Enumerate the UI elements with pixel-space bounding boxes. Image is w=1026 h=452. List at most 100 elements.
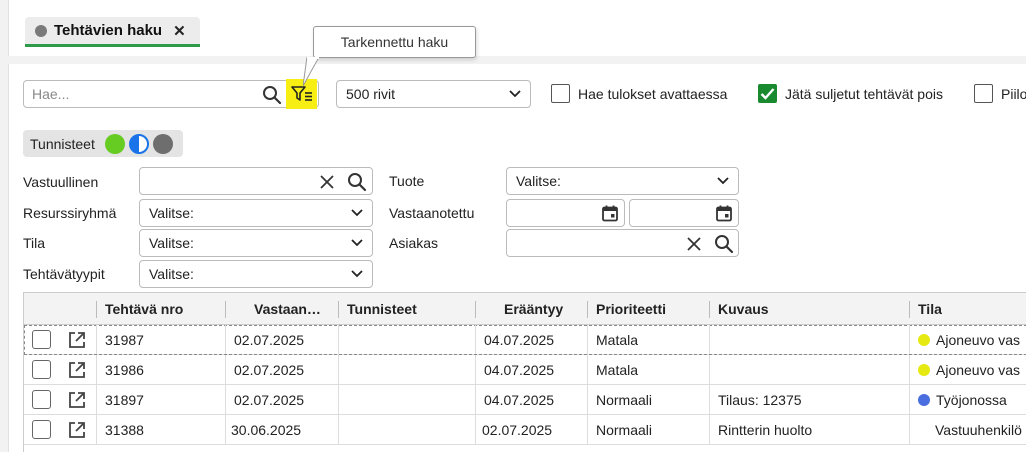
asiakas-field[interactable] — [506, 229, 739, 257]
search-input[interactable] — [32, 86, 252, 102]
cell-nro: 31897 — [105, 391, 144, 408]
column-separator — [709, 301, 710, 318]
row-checkbox[interactable] — [32, 330, 51, 349]
cell-nro: 31987 — [105, 331, 144, 348]
search-icon[interactable] — [347, 172, 367, 192]
cell-prioriteetti: Normaali — [596, 421, 653, 438]
search-icon[interactable] — [262, 85, 282, 105]
tuote-label: Tuote — [389, 173, 425, 189]
header-kuvaus[interactable]: Kuvaus — [718, 293, 769, 325]
check-exclude-closed[interactable]: Jätä suljetut tehtävät pois — [758, 84, 943, 103]
vastuullinen-field[interactable] — [139, 167, 373, 195]
calendar-icon[interactable] — [601, 204, 619, 222]
tila-value: Valitse: — [149, 235, 194, 251]
resurssiryhma-label: Resurssiryhmä — [23, 205, 117, 221]
cell-vastaanotettu: 02.07.2025 — [234, 391, 305, 408]
checkmark-icon — [760, 88, 775, 100]
open-external-icon[interactable] — [67, 360, 87, 380]
cell-tila: Työjonossa — [918, 385, 1007, 414]
cell-tila: Ajoneuvo vas — [918, 325, 1020, 354]
open-external-icon[interactable] — [67, 420, 87, 440]
tooltip-tail — [303, 57, 319, 87]
tooltip-advanced-search: Tarkennettu haku — [313, 26, 476, 58]
close-icon[interactable]: ✕ — [173, 22, 186, 40]
header-tila[interactable]: Tila — [918, 293, 942, 325]
cell-tila: Ajoneuvo vas — [918, 355, 1020, 384]
cell-tila-text: Vastuuhenkilö — [935, 421, 1022, 438]
tehtavatyypit-select[interactable]: Valitse: — [139, 260, 373, 288]
cell-kuvaus: Rintterin huolto — [718, 421, 813, 438]
search-icon[interactable] — [714, 234, 734, 254]
check-load-on-open[interactable]: Hae tulokset avattaessa — [551, 84, 727, 103]
clear-icon[interactable] — [318, 173, 336, 191]
tag-gray-icon[interactable] — [152, 133, 173, 154]
asiakas-label: Asiakas — [389, 235, 439, 251]
resurssiryhma-select[interactable]: Valitse: — [139, 199, 373, 227]
checkbox-load-on-open[interactable] — [551, 84, 570, 103]
tags-filter[interactable]: Tunnisteet — [23, 130, 183, 157]
tila-label: Tila — [23, 235, 46, 251]
chevron-down-icon — [509, 90, 521, 98]
header-prioriteetti[interactable]: Prioriteetti — [596, 293, 666, 325]
row-checkbox[interactable] — [32, 390, 51, 409]
header-tehtava-nro[interactable]: Tehtävä nro — [105, 293, 183, 325]
tila-select[interactable]: Valitse: — [139, 229, 373, 257]
table-row[interactable]: 31388 30.06.2025 02.07.2025 Normaali Rin… — [24, 415, 1026, 445]
rows-select-value: 500 rivit — [346, 86, 396, 102]
resurssiryhma-value: Valitse: — [149, 205, 194, 221]
clear-icon[interactable] — [685, 235, 703, 253]
tag-green-icon[interactable] — [104, 133, 125, 154]
header-vastaanotettu[interactable]: Vastaan… — [254, 293, 321, 325]
vastaanotettu-from-field[interactable] — [506, 199, 625, 227]
cell-vastaanotettu: 02.07.2025 — [234, 331, 305, 348]
cell-tila-text: Ajoneuvo vas — [936, 361, 1021, 378]
cell-prioriteetti: Matala — [596, 361, 639, 378]
check-exclude-closed-label: Jätä suljetut tehtävät pois — [785, 85, 943, 102]
table-header: Tehtävä nro Vastaan… Tunnisteet Erääntyy… — [24, 292, 1026, 325]
search-box — [23, 80, 319, 108]
cell-eraantyy: 02.07.2025 — [482, 421, 553, 438]
cell-prioriteetti: Normaali — [596, 391, 653, 408]
cell-eraantyy: 04.07.2025 — [484, 361, 555, 378]
chevron-down-icon — [351, 239, 363, 247]
open-external-icon[interactable] — [67, 390, 87, 410]
tag-half-blue-icon[interactable] — [128, 133, 149, 154]
tab-label: Tehtävien haku — [54, 22, 163, 39]
tags-label: Tunnisteet — [30, 135, 95, 152]
cell-vastaanotettu: 02.07.2025 — [234, 361, 305, 378]
header-tunnisteet[interactable]: Tunnisteet — [347, 293, 417, 325]
table-row[interactable]: 31897 02.07.2025 04.07.2025 Normaali Til… — [24, 385, 1026, 415]
cell-eraantyy: 04.07.2025 — [484, 331, 555, 348]
column-separator — [338, 301, 339, 318]
cell-tila-text: Työjonossa — [936, 391, 1007, 408]
status-dot — [918, 393, 930, 406]
cell-tila: Vastuuhenkilö — [935, 415, 1022, 444]
checkbox-exclude-closed[interactable] — [758, 84, 777, 103]
tab-status-dot — [35, 24, 47, 37]
tasks-table: Tehtävä nro Vastaan… Tunnisteet Erääntyy… — [23, 292, 1026, 452]
header-eraantyy[interactable]: Erääntyy — [504, 293, 563, 325]
chevron-down-icon — [351, 270, 363, 278]
open-external-icon[interactable] — [67, 330, 87, 350]
check-hide[interactable]: Piilot — [974, 84, 1026, 103]
tab-bar: Tehtävien haku ✕ — [8, 0, 1026, 56]
table-row[interactable]: 31986 02.07.2025 04.07.2025 Matala Ajone… — [24, 355, 1026, 385]
checkbox-hide[interactable] — [974, 84, 993, 103]
row-checkbox[interactable] — [32, 420, 51, 439]
calendar-icon[interactable] — [715, 204, 733, 222]
cell-kuvaus: Tilaus: 12375 — [718, 391, 802, 408]
tab-tehtavien-haku[interactable]: Tehtävien haku ✕ — [25, 17, 200, 47]
cell-prioriteetti: Matala — [596, 331, 639, 348]
status-dot — [918, 363, 930, 376]
tuote-select[interactable]: Valitse: — [506, 167, 739, 195]
column-separator — [909, 301, 910, 318]
tuote-value: Valitse: — [516, 173, 561, 189]
check-load-on-open-label: Hae tulokset avattaessa — [578, 85, 728, 102]
rows-select[interactable]: 500 rivit — [336, 80, 531, 108]
row-checkbox[interactable] — [32, 360, 51, 379]
table-row[interactable]: 31987 02.07.2025 04.07.2025 Matala Ajone… — [24, 325, 1026, 355]
chevron-down-icon — [351, 209, 363, 217]
tooltip-text: Tarkennettu haku — [340, 34, 449, 50]
check-hide-label: Piilot — [1001, 85, 1026, 102]
vastaanotettu-to-field[interactable] — [629, 199, 739, 227]
